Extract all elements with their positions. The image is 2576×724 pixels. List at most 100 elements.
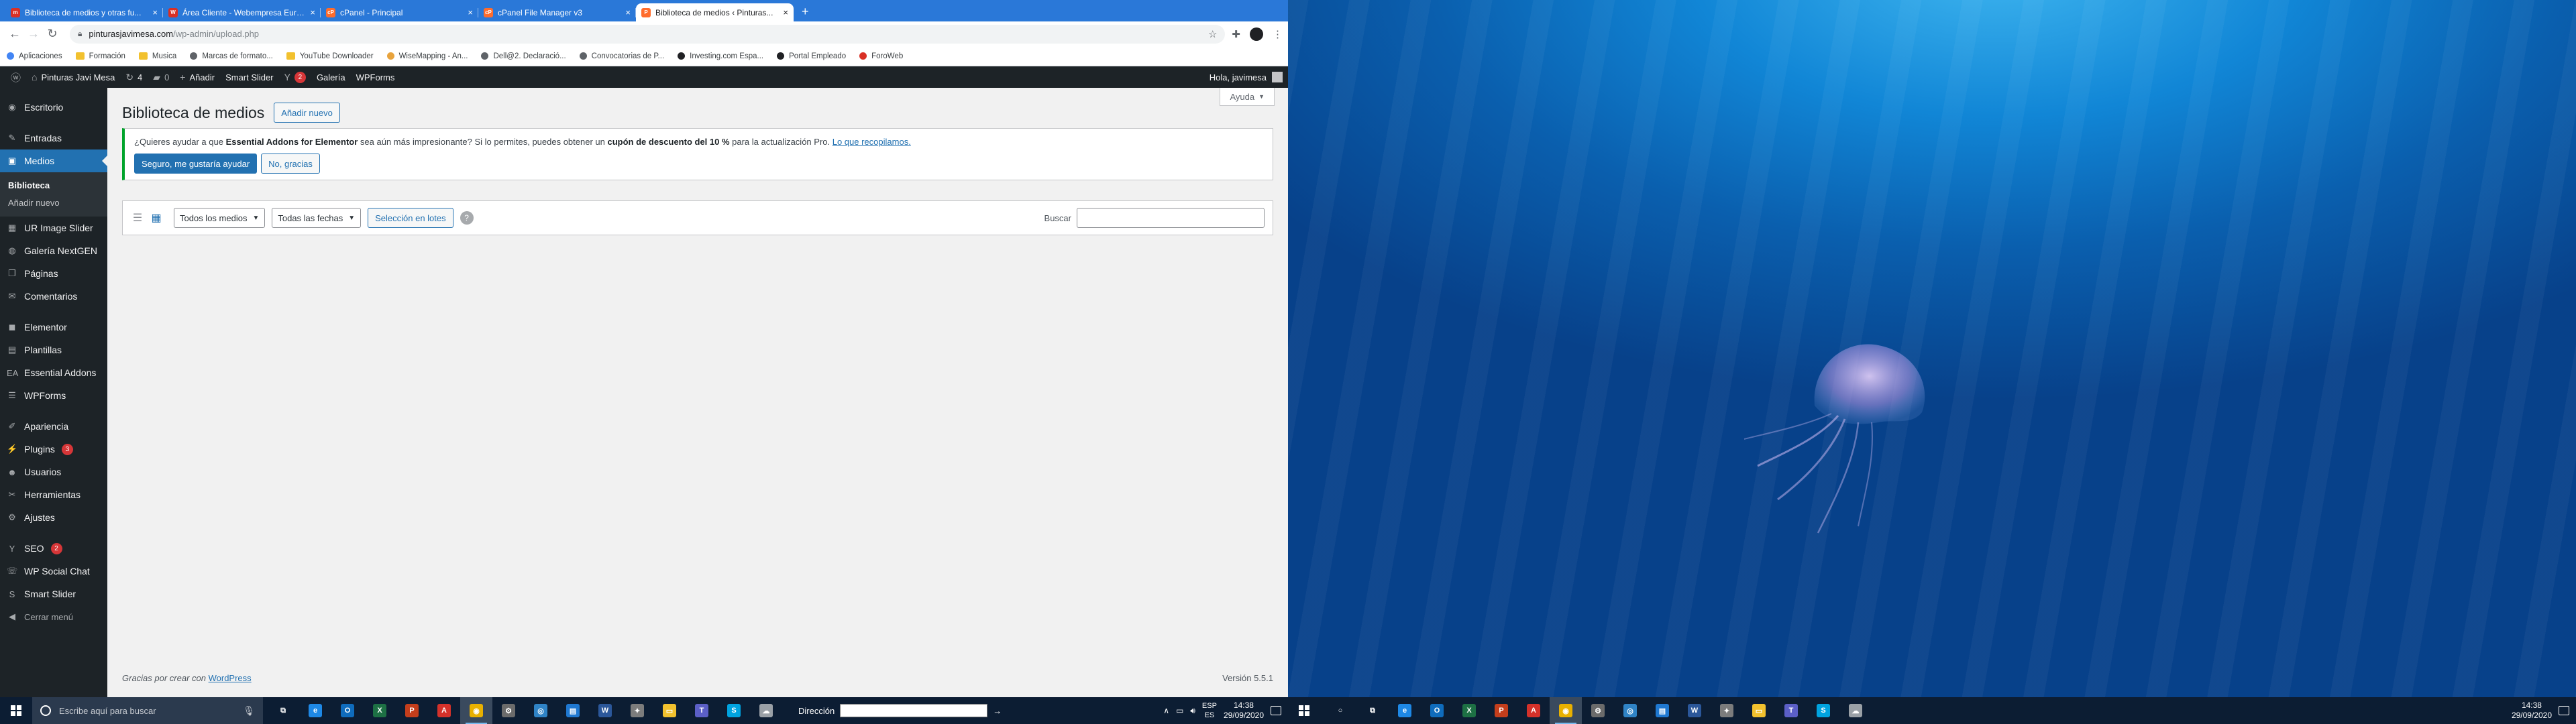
- taskbar-app[interactable]: T: [1775, 697, 1807, 724]
- sidebar-item[interactable]: ▣ Medios: [0, 149, 107, 172]
- taskbar-app[interactable]: ○: [1324, 697, 1356, 724]
- sidebar-item[interactable]: ◀ Cerrar menú: [0, 605, 107, 628]
- close-icon[interactable]: ×: [783, 7, 788, 17]
- back-icon[interactable]: ←: [5, 25, 24, 44]
- notice-link[interactable]: Lo que recopilamos.: [833, 137, 911, 147]
- taskbar-app[interactable]: ▭: [653, 697, 686, 724]
- sidebar-item[interactable]: ☏ WP Social Chat: [0, 560, 107, 583]
- bookmark-item[interactable]: ForoWeb: [859, 52, 903, 60]
- start-button[interactable]: [0, 697, 32, 724]
- sidebar-item[interactable]: ☻ Usuarios: [0, 461, 107, 483]
- taskbar-app[interactable]: ▤: [1646, 697, 1678, 724]
- taskbar-app[interactable]: W: [1678, 697, 1711, 724]
- language-indicator[interactable]: ESP ES: [1202, 701, 1217, 720]
- sidebar-item[interactable]: ✎ Entradas: [0, 127, 107, 149]
- browser-tab[interactable]: m Biblioteca de medios y otras fu... ×: [5, 3, 163, 21]
- taskbar-app[interactable]: S: [718, 697, 750, 724]
- taskbar-app[interactable]: ◎: [1614, 697, 1646, 724]
- admin-bar-comments[interactable]: ▰ 0: [148, 66, 174, 88]
- clock-right[interactable]: 14:38 29/09/2020: [2512, 701, 2552, 721]
- sidebar-item[interactable]: ⚙ Ajustes: [0, 506, 107, 529]
- address-input[interactable]: [840, 704, 988, 717]
- taskbar-app[interactable]: ⚙: [492, 697, 525, 724]
- bookmark-item[interactable]: Convocatorias de P...: [579, 52, 664, 60]
- browser-tab[interactable]: cP cPanel File Manager v3 ×: [478, 3, 636, 21]
- bookmark-item[interactable]: Aplicaciones: [7, 52, 62, 60]
- taskbar-app[interactable]: S: [1807, 697, 1839, 724]
- notifications-icon[interactable]: [1271, 706, 1281, 715]
- chrome-menu-icon[interactable]: ⋮: [1273, 28, 1283, 40]
- add-new-button[interactable]: Añadir nuevo: [274, 103, 340, 123]
- sidebar-item[interactable]: ✐ Apariencia: [0, 415, 107, 438]
- profile-avatar-icon[interactable]: [1250, 27, 1263, 41]
- admin-bar-wpforms[interactable]: WPForms: [351, 66, 400, 88]
- wordpress-link[interactable]: WordPress: [209, 673, 252, 683]
- taskbar-app[interactable]: ⚙: [1582, 697, 1614, 724]
- new-tab-button[interactable]: +: [794, 5, 817, 21]
- taskbar-app[interactable]: W: [589, 697, 621, 724]
- bookmark-item[interactable]: Dell@2. Declaració...: [481, 52, 566, 60]
- sidebar-item[interactable]: ▦ UR Image Slider: [0, 217, 107, 239]
- date-select[interactable]: Todas las fechas ▼: [272, 208, 362, 228]
- reload-icon[interactable]: ↻: [43, 25, 62, 44]
- bookmark-item[interactable]: Formación: [75, 52, 125, 60]
- sidebar-item[interactable]: ◼ Elementor: [0, 316, 107, 339]
- bookmark-item[interactable]: Portal Empleado: [777, 52, 846, 60]
- grid-view-icon[interactable]: ▦: [150, 211, 163, 225]
- bookmark-item[interactable]: Musica: [138, 52, 176, 60]
- taskbar-app[interactable]: T: [686, 697, 718, 724]
- go-arrow-icon[interactable]: →: [993, 706, 1002, 716]
- sidebar-item[interactable]: ⚡ Plugins 3: [0, 438, 107, 461]
- close-icon[interactable]: ×: [152, 7, 158, 17]
- admin-bar-account[interactable]: Hola, javimesa: [1210, 72, 1288, 82]
- taskbar-app[interactable]: O: [331, 697, 364, 724]
- sidebar-item[interactable]: ✂ Herramientas: [0, 483, 107, 506]
- sidebar-item[interactable]: ✉ Comentarios: [0, 285, 107, 308]
- sidebar-item[interactable]: EA Essential Addons: [0, 361, 107, 384]
- bookmark-item[interactable]: WiseMapping - An...: [386, 52, 468, 60]
- admin-bar-yoast[interactable]: Y2: [279, 66, 311, 88]
- sidebar-item[interactable]: Y SEO 2: [0, 537, 107, 560]
- help-question-icon[interactable]: ?: [460, 211, 474, 225]
- taskbar-app[interactable]: P: [396, 697, 428, 724]
- start-button-right[interactable]: [1288, 697, 1320, 724]
- browser-tab[interactable]: W Área Cliente - Webempresa Euro... ×: [163, 3, 321, 21]
- sidebar-item[interactable]: ❐ Páginas: [0, 262, 107, 285]
- taskbar-app[interactable]: e: [299, 697, 331, 724]
- network-icon[interactable]: ▭: [1176, 706, 1183, 715]
- admin-bar-smart-slider[interactable]: Smart Slider: [220, 66, 279, 88]
- bookmark-item[interactable]: YouTube Downloader: [286, 52, 374, 60]
- admin-bar-updates[interactable]: ↻ 4: [120, 66, 148, 88]
- taskbar-app[interactable]: O: [1421, 697, 1453, 724]
- wp-logo-icon[interactable]: ⓦ: [5, 66, 26, 88]
- bookmark-star-icon[interactable]: ☆: [1208, 28, 1217, 40]
- admin-bar-site[interactable]: ⌂ Pinturas Javi Mesa: [26, 66, 120, 88]
- close-icon[interactable]: ×: [310, 7, 315, 17]
- tray-chevron-up-icon[interactable]: ∧: [1163, 706, 1169, 715]
- close-icon[interactable]: ×: [468, 7, 473, 17]
- media-type-select[interactable]: Todos los medios ▼: [174, 208, 266, 228]
- submenu-item[interactable]: Biblioteca: [0, 176, 107, 194]
- taskbar-app[interactable]: e: [1389, 697, 1421, 724]
- media-search-input[interactable]: [1077, 208, 1265, 228]
- admin-bar-new[interactable]: + Añadir: [174, 66, 220, 88]
- microphone-icon[interactable]: 🎙︎: [243, 705, 255, 717]
- bookmark-item[interactable]: Investing.com Espa...: [678, 52, 763, 60]
- sidebar-item[interactable]: ☰ WPForms: [0, 384, 107, 407]
- extensions-icon[interactable]: ✚: [1232, 28, 1240, 40]
- taskbar-app[interactable]: X: [364, 697, 396, 724]
- bulk-select-button[interactable]: Selección en lotes: [368, 208, 453, 228]
- taskbar-app[interactable]: ⧉: [1356, 697, 1389, 724]
- taskbar-app[interactable]: P: [1485, 697, 1517, 724]
- taskbar-app[interactable]: A: [1517, 697, 1550, 724]
- notice-accept-button[interactable]: Seguro, me gustaría ayudar: [134, 154, 258, 174]
- taskbar-app[interactable]: ⧉: [267, 697, 299, 724]
- taskbar-app[interactable]: A: [428, 697, 460, 724]
- address-bar[interactable]: 🔒︎ pinturasjavimesa.com/wp-admin/upload.…: [70, 24, 1226, 44]
- taskbar-app[interactable]: ◎: [525, 697, 557, 724]
- sidebar-item[interactable]: ◉ Escritorio: [0, 96, 107, 119]
- taskbar-app[interactable]: X: [1453, 697, 1485, 724]
- taskbar-app[interactable]: ✦: [1711, 697, 1743, 724]
- taskbar-app[interactable]: ◉: [1550, 697, 1582, 724]
- admin-bar-gallery[interactable]: Galería: [311, 66, 351, 88]
